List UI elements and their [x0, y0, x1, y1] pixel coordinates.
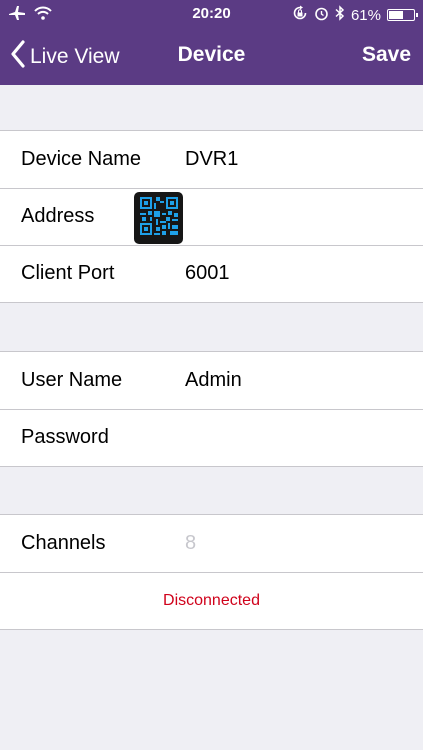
battery-icon [387, 9, 418, 21]
bluetooth-icon [335, 5, 345, 25]
user-name-row: User Name Admin [0, 352, 423, 409]
navigation-bar: Live View Device Save [0, 28, 423, 85]
client-port-field[interactable]: 6001 [185, 262, 230, 285]
connection-status-row: Disconnected [0, 572, 423, 629]
connection-status: Disconnected [163, 592, 260, 609]
channels-label: Channels [21, 532, 106, 554]
page-title: Device [177, 43, 246, 66]
status-right: 61% [292, 5, 418, 25]
credentials-group: User Name Admin Password [0, 351, 423, 467]
rotation-lock-icon [292, 5, 308, 25]
channels-group: Channels 8 Disconnected [0, 514, 423, 630]
qr-code-icon [138, 195, 180, 242]
client-port-row: Client Port 6001 [0, 245, 423, 302]
device-name-field[interactable]: DVR1 [185, 148, 238, 171]
alarm-icon [314, 6, 329, 25]
battery-level [389, 11, 403, 19]
password-row: Password [0, 409, 423, 466]
password-label: Password [21, 426, 109, 448]
address-row: Address [0, 188, 423, 245]
save-button[interactable]: Save [362, 43, 411, 67]
status-bar: 20:20 61% [0, 0, 423, 28]
qr-scan-button[interactable] [134, 192, 183, 244]
user-name-field[interactable]: Admin [185, 369, 242, 392]
channels-field[interactable]: 8 [185, 532, 196, 555]
device-info-group: Device Name DVR1 Address Client Port 600… [0, 130, 423, 303]
address-label: Address [21, 205, 95, 227]
device-name-row: Device Name DVR1 [0, 131, 423, 188]
header: 20:20 61% Live View Device Save [0, 0, 423, 85]
user-name-label: User Name [21, 369, 123, 391]
battery-percent: 61% [350, 6, 381, 24]
client-port-label: Client Port [21, 262, 115, 284]
device-name-label: Device Name [21, 148, 142, 170]
channels-row: Channels 8 [0, 515, 423, 572]
